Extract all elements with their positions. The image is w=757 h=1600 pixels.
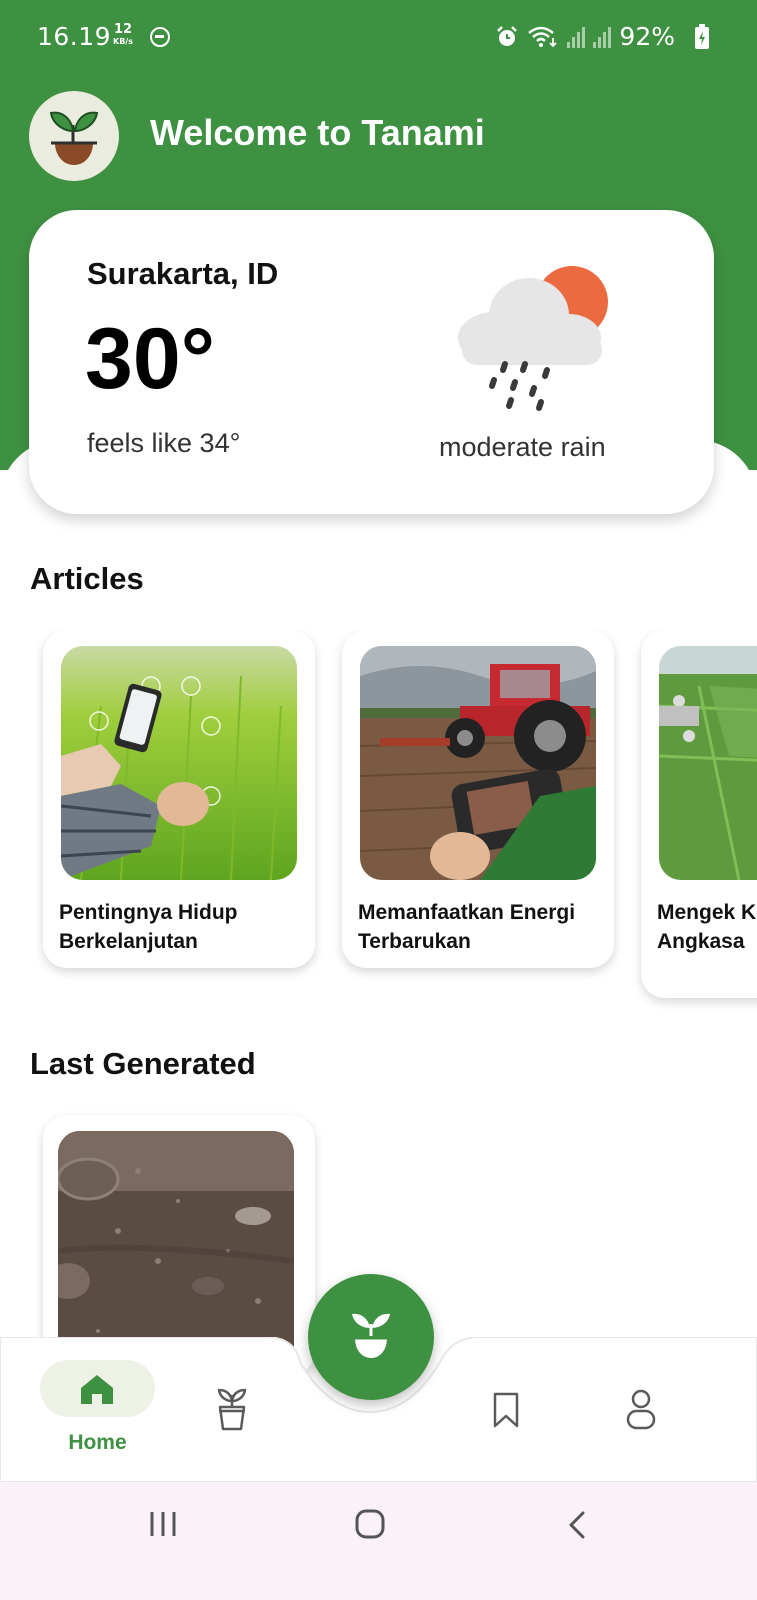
- article-title: Mengek Keajaiba Angkasa: [657, 901, 757, 953]
- article-image: [360, 646, 596, 880]
- battery-charging-icon: [695, 24, 709, 49]
- signal-icon: [593, 26, 612, 48]
- nav-home-button[interactable]: [40, 1360, 155, 1417]
- profile-icon[interactable]: [625, 1389, 657, 1431]
- generate-fab-button[interactable]: [308, 1274, 434, 1400]
- sprout-icon: [49, 111, 99, 165]
- network-speed-unit: KB/s: [113, 37, 133, 46]
- system-navigation-bar: [0, 1482, 757, 1600]
- weather-feels-like: feels like 34°: [87, 428, 241, 458]
- weather-condition: moderate rain: [439, 432, 606, 462]
- article-title: Memanfaatkan Energi Terbarukan: [358, 901, 576, 953]
- article-card[interactable]: Memanfaatkan Energi Terbarukan: [342, 630, 614, 968]
- home-circle-icon[interactable]: [354, 1508, 386, 1540]
- bookmark-icon[interactable]: [492, 1391, 520, 1429]
- status-time: 16.19: [37, 22, 112, 51]
- back-icon[interactable]: [566, 1510, 588, 1540]
- article-title: Pentingnya Hidup Berkelanjutan: [59, 901, 238, 953]
- wifi-icon: [528, 26, 558, 47]
- rain-cloud-sun-icon: [458, 266, 608, 411]
- last-generated-heading: Last Generated: [30, 1046, 256, 1081]
- articles-heading: Articles: [30, 561, 144, 596]
- battery-level: 92%: [619, 22, 675, 51]
- network-speed-value: 12: [113, 22, 133, 37]
- article-card[interactable]: Mengek Keajaiba Angkasa: [641, 630, 757, 998]
- generated-card[interactable]: [43, 1115, 315, 1375]
- article-image: [659, 646, 757, 880]
- alarm-icon: [497, 25, 518, 46]
- app-logo: [29, 91, 119, 181]
- plant-pot-icon[interactable]: [214, 1387, 250, 1431]
- status-bar: 16.19 12 KB/s 92%: [0, 0, 757, 76]
- status-icons: 92%: [495, 22, 675, 51]
- signal-icon: [567, 26, 586, 48]
- dnd-icon: [150, 27, 170, 47]
- recents-icon[interactable]: [148, 1510, 178, 1538]
- weather-card[interactable]: Surakarta, ID 30° feels like 34° moderat…: [29, 210, 714, 514]
- weather-temperature: 30°: [85, 311, 216, 407]
- articles-carousel[interactable]: Pentingnya Hidup Berkelanjutan Memanfaat…: [0, 630, 757, 1010]
- network-speed: 12 KB/s: [113, 22, 133, 48]
- sprout-icon: [351, 1313, 391, 1358]
- home-icon: [81, 1375, 113, 1404]
- article-image: [61, 646, 297, 880]
- welcome-title: Welcome to Tanami: [150, 112, 485, 153]
- nav-home-label: Home: [68, 1431, 127, 1454]
- article-card[interactable]: Pentingnya Hidup Berkelanjutan: [43, 630, 315, 968]
- weather-city: Surakarta, ID: [87, 256, 279, 291]
